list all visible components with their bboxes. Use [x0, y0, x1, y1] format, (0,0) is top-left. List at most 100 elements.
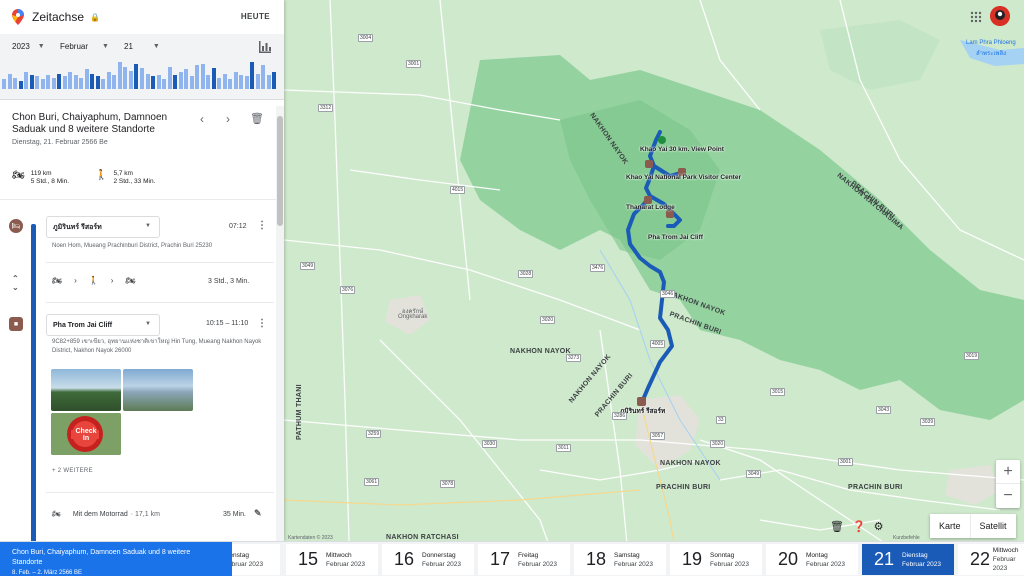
- histogram-bar[interactable]: [145, 74, 150, 89]
- histogram-bar[interactable]: [261, 65, 266, 89]
- place-select[interactable]: Pha Trom Jai Cliff ▼: [46, 314, 160, 336]
- histogram-bar[interactable]: [156, 75, 161, 89]
- histogram-bar[interactable]: [101, 79, 106, 89]
- activity-histogram[interactable]: [0, 60, 284, 100]
- histogram-bar[interactable]: [112, 75, 117, 89]
- poi-view-point[interactable]: Khao Yai 30 km. View Point: [640, 146, 724, 153]
- day-item[interactable]: 21 Dienstag Februar 2023: [862, 544, 954, 575]
- histogram-bar[interactable]: [57, 74, 62, 89]
- day-select[interactable]: 21 ▼: [124, 42, 160, 51]
- histogram-bar[interactable]: [46, 75, 51, 89]
- activity-segment[interactable]: 🏍 Mit dem Motorrad · 17,1 km: [52, 510, 172, 519]
- place-select[interactable]: ภูมิรินทร์ รีสอร์ท ▼: [46, 216, 160, 238]
- histogram-bar[interactable]: [51, 78, 56, 89]
- month-select[interactable]: Februar ▼: [60, 42, 109, 51]
- histogram-bar[interactable]: [7, 74, 12, 89]
- histogram-bar[interactable]: [272, 72, 277, 89]
- histogram-bar[interactable]: [84, 69, 89, 89]
- zoom-in-button[interactable]: +: [996, 460, 1020, 484]
- help-icon[interactable]: ❓: [852, 520, 866, 533]
- more-options-icon[interactable]: ⋮: [257, 318, 267, 329]
- day-item[interactable]: 20 Montag Februar 2023: [766, 544, 858, 575]
- histogram-bar[interactable]: [90, 74, 95, 89]
- trip-banner[interactable]: Chon Buri, Chaiyaphum, Damnoen Saduak un…: [0, 542, 232, 576]
- histogram-bar[interactable]: [151, 76, 156, 89]
- histogram-bar[interactable]: [35, 76, 40, 89]
- poi-cliff[interactable]: Pha Trom Jai Cliff: [648, 234, 703, 241]
- histogram-bar[interactable]: [162, 79, 167, 89]
- next-day-icon[interactable]: ›: [226, 112, 230, 126]
- photo-thumbnail[interactable]: [51, 369, 121, 411]
- histogram-bar[interactable]: [233, 72, 238, 89]
- histogram-bar[interactable]: [95, 76, 100, 89]
- day-value: 21: [124, 42, 133, 51]
- histogram-bar[interactable]: [18, 81, 23, 89]
- delete-icon[interactable]: 🗑: [250, 112, 264, 125]
- histogram-bar[interactable]: [40, 79, 45, 89]
- map-type-map-button[interactable]: Karte: [930, 514, 970, 538]
- histogram-bar[interactable]: [134, 64, 139, 89]
- histogram-bar[interactable]: [184, 69, 189, 89]
- histogram-bar[interactable]: [68, 72, 73, 89]
- histogram-bar[interactable]: [29, 75, 34, 89]
- day-item[interactable]: 18 Samstag Februar 2023: [574, 544, 666, 575]
- day-item[interactable]: 16 Donnerstag Februar 2023: [382, 544, 474, 575]
- histogram-bar[interactable]: [106, 72, 111, 89]
- histogram-bar[interactable]: [217, 78, 222, 89]
- segment-mode: Mit dem Motorrad: [72, 510, 128, 518]
- histogram-bar[interactable]: [167, 67, 172, 89]
- histogram-bar[interactable]: [62, 76, 67, 89]
- scrollbar-thumb[interactable]: [277, 116, 283, 226]
- day-item[interactable]: 22 Mittwoch Februar 2023: [958, 544, 1024, 575]
- more-photos-link[interactable]: + 2 WEITERE: [52, 468, 93, 474]
- chevron-down-icon: ▼: [152, 43, 160, 50]
- road-number: 3015: [770, 388, 786, 396]
- edit-magic-icon[interactable]: ✎: [254, 508, 262, 519]
- year-select[interactable]: 2023 ▼: [12, 42, 45, 51]
- histogram-bar[interactable]: [222, 74, 227, 89]
- zoom-out-button[interactable]: −: [996, 484, 1020, 508]
- histogram-bar[interactable]: [128, 71, 133, 89]
- histogram-bar[interactable]: [178, 72, 183, 89]
- histogram-bar[interactable]: [250, 62, 255, 89]
- today-button[interactable]: HEUTE: [241, 12, 270, 21]
- histogram-bar[interactable]: [239, 75, 244, 89]
- histogram-bar[interactable]: [228, 79, 233, 89]
- photo-thumbnail[interactable]: Check In: [51, 413, 121, 455]
- more-options-icon[interactable]: ⋮: [257, 220, 267, 231]
- histogram-bar[interactable]: [266, 75, 271, 89]
- photo-thumbnail[interactable]: [123, 369, 193, 411]
- poi-visitor-center[interactable]: Khao Yai National Park Visitor Center: [626, 174, 741, 181]
- histogram-bar[interactable]: [173, 75, 178, 89]
- day-item[interactable]: 19 Sonntag Februar 2023: [670, 544, 762, 575]
- histogram-bar[interactable]: [189, 76, 194, 89]
- bar-chart-icon[interactable]: [258, 40, 272, 54]
- histogram-bar[interactable]: [200, 64, 205, 89]
- histogram-bar[interactable]: [13, 78, 18, 89]
- trash-icon[interactable]: 🗑: [830, 520, 844, 533]
- day-item[interactable]: 15 Mittwoch Februar 2023: [286, 544, 378, 575]
- histogram-bar[interactable]: [195, 65, 200, 89]
- histogram-bar[interactable]: [211, 68, 216, 89]
- histogram-bar[interactable]: [255, 74, 260, 89]
- road-number: 3273: [566, 354, 582, 362]
- histogram-bar[interactable]: [73, 75, 78, 89]
- expand-icon[interactable]: ⌃ ⌄: [12, 274, 19, 292]
- histogram-bar[interactable]: [123, 67, 128, 89]
- histogram-bar[interactable]: [2, 79, 6, 89]
- histogram-bar[interactable]: [244, 76, 249, 89]
- previous-day-icon[interactable]: ‹: [200, 112, 204, 126]
- histogram-bar[interactable]: [24, 72, 29, 89]
- activity-segment[interactable]: 🏍 › 🚶 › 🏍: [52, 276, 148, 285]
- apps-grid-icon[interactable]: [970, 10, 982, 23]
- poi-lodge[interactable]: Thanarat Lodge: [626, 204, 675, 211]
- histogram-bar[interactable]: [117, 62, 122, 89]
- map-type-satellite-button[interactable]: Satellit: [969, 514, 1016, 538]
- histogram-bar[interactable]: [79, 78, 84, 89]
- avatar[interactable]: [990, 6, 1010, 26]
- histogram-bar[interactable]: [140, 68, 144, 89]
- gear-icon[interactable]: ⚙: [874, 520, 884, 533]
- scrollbar[interactable]: [276, 106, 284, 541]
- histogram-bar[interactable]: [206, 75, 211, 89]
- day-item[interactable]: 17 Freitag Februar 2023: [478, 544, 570, 575]
